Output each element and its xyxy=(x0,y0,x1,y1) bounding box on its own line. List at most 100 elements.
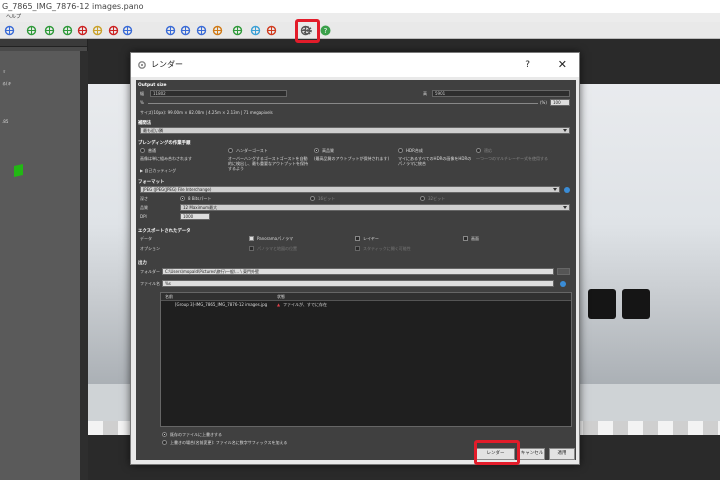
left-panel-item[interactable]: る(キ xyxy=(2,81,12,87)
export-section: エクスポートされたデータ xyxy=(138,228,574,234)
width-input[interactable]: 11802 xyxy=(150,90,287,97)
left-panel-scrollbar[interactable] xyxy=(80,51,88,480)
option2-checkbox[interactable] xyxy=(355,246,360,251)
blend-option-label: 高品質 xyxy=(322,148,334,153)
close-button[interactable]: ✕ xyxy=(558,53,567,77)
depth-8bit-radio[interactable] xyxy=(180,196,185,201)
mask-icon[interactable] xyxy=(196,25,207,36)
move-icon-graphic xyxy=(165,25,176,36)
warning-icon: ▲ xyxy=(277,302,281,307)
layer-checkbox[interactable] xyxy=(355,236,360,241)
percent-input[interactable]: 100 xyxy=(550,99,570,106)
image-icon[interactable] xyxy=(14,164,23,177)
section-title: 補間法 xyxy=(138,121,152,126)
table-row[interactable]: [Group 3]-IMG_7865_IMG_7876-12 images.jp… xyxy=(161,301,571,309)
apply-button[interactable]: 適用 xyxy=(549,448,575,460)
size-info: サイズ(10px): 99.00m × 82.00m | 4.25m × 2.1… xyxy=(140,110,273,115)
blend-highquality-radio[interactable] xyxy=(314,148,319,153)
rename-radio[interactable] xyxy=(162,440,167,445)
file-list-header: 名前 状態 xyxy=(161,293,571,301)
toolbar: ? xyxy=(0,22,720,39)
svg-text:?: ? xyxy=(324,27,328,35)
folder-input[interactable]: C:\Users\mopald\Pictures\旅行\一般\... \ 東門外… xyxy=(162,268,554,275)
layers-icon[interactable] xyxy=(250,25,261,36)
section-title: エクスポートされたデータ xyxy=(138,229,191,234)
info-icon[interactable] xyxy=(564,187,570,193)
render-highlight-box xyxy=(474,440,520,465)
depth-option-label: 16ビット xyxy=(318,196,336,201)
mask-icon-graphic xyxy=(196,25,207,36)
auto-cut-label: 自己カッティング xyxy=(144,168,177,173)
height-input[interactable]: 5901 xyxy=(432,90,570,97)
blend-hdr-radio[interactable] xyxy=(398,148,403,153)
target-icon[interactable] xyxy=(44,25,55,36)
target-icon[interactable] xyxy=(26,25,37,36)
dialog-body: Output size 幅 11802 高 5901 % (%) 100 サイズ… xyxy=(136,80,576,460)
layer-checkbox-label: レイヤー xyxy=(363,236,379,241)
arrow-icon[interactable] xyxy=(108,25,119,36)
browse-button[interactable] xyxy=(557,268,570,275)
format-section: フォーマット xyxy=(138,179,574,185)
move-icon[interactable] xyxy=(165,25,176,36)
percent-right-label: (%) xyxy=(540,100,547,105)
window-title: G_7865_IMG_7876-12 images.pano xyxy=(0,0,720,13)
dialog-title: レンダー xyxy=(151,60,183,69)
target-icon-graphic xyxy=(62,25,73,36)
filename-input[interactable]: %s xyxy=(162,280,554,287)
auto-cut-toggle[interactable]: ▶ 自己カッティング xyxy=(140,168,176,174)
blend-normal-radio[interactable] xyxy=(140,148,145,153)
info-icon[interactable] xyxy=(560,281,566,287)
left-panel-header xyxy=(0,39,87,47)
dpi-input[interactable]: 1000 xyxy=(180,213,210,220)
export-icon[interactable] xyxy=(266,25,277,36)
target-icon[interactable] xyxy=(62,25,73,36)
cursor-icon[interactable] xyxy=(122,25,133,36)
format-select[interactable]: JPEG (JPEG(JPEG) File Interchange) xyxy=(140,186,560,193)
blend-option-label: ハンダーゴースト xyxy=(236,148,268,153)
blend-deghost-radio[interactable] xyxy=(228,148,233,153)
image-icon-graphic xyxy=(92,25,103,36)
cursor-icon-graphic xyxy=(122,25,133,36)
blend-desc: 画像は単に組み合わされます xyxy=(140,156,192,161)
depth-32bit-radio[interactable] xyxy=(420,196,425,201)
option2-label: スタティックに開く可能性 xyxy=(363,246,411,251)
col-state: 状態 xyxy=(277,294,285,299)
help-button[interactable]: ? xyxy=(525,53,530,77)
blend-adaptive-radio[interactable] xyxy=(476,148,481,153)
overwrite-radio[interactable] xyxy=(162,432,167,437)
color-wheel-icon[interactable] xyxy=(212,25,223,36)
crop-icon[interactable] xyxy=(77,25,88,36)
menu-help[interactable]: ヘルプ xyxy=(6,14,21,20)
points-icon[interactable] xyxy=(180,25,191,36)
chair-shape xyxy=(588,289,616,319)
panorama-icon[interactable] xyxy=(4,25,15,36)
settings-highlight-box xyxy=(295,19,320,43)
output-section: 出力 xyxy=(138,260,574,266)
quality-select[interactable]: 12 Maximum最大 xyxy=(180,204,570,211)
file-state: ファイルが、すでに存在 xyxy=(283,302,327,307)
blend-desc: オーバーハングするゴーストゴーストを自動的に検出し、最も重要なアウトプットを保持… xyxy=(228,156,308,171)
layers-icon-graphic xyxy=(250,25,261,36)
depth-label: 深さ xyxy=(140,196,148,201)
depth-option-label: 32ビット xyxy=(428,196,446,201)
blending-section: ブレンディングの作業手順 xyxy=(138,140,574,146)
option1-checkbox[interactable] xyxy=(249,246,254,251)
left-panel-list: ゞ る(キ .85 xyxy=(0,51,80,480)
left-panel-item[interactable]: ゞ xyxy=(2,69,6,75)
arrow-icon-graphic xyxy=(108,25,119,36)
interpolation-select[interactable]: 最も近い隣 xyxy=(140,127,570,134)
blend-desc: (最高品質のアウトプットが保持されます) xyxy=(314,156,390,161)
cancel-button[interactable]: キャンセル xyxy=(519,448,545,460)
left-panel: ゞ る(キ .85 xyxy=(0,39,88,480)
scale-slider[interactable] xyxy=(148,103,538,104)
chair-shape xyxy=(622,289,650,319)
help-icon[interactable]: ? xyxy=(320,25,331,36)
folder-label: フォルダー xyxy=(140,269,160,274)
file-list[interactable]: 名前 状態 [Group 3]-IMG_7865_IMG_7876-12 ima… xyxy=(160,292,572,427)
panorama-checkbox[interactable] xyxy=(249,236,254,241)
image-icon[interactable] xyxy=(92,25,103,36)
points-icon-graphic xyxy=(180,25,191,36)
mask-checkbox[interactable] xyxy=(463,236,468,241)
image-icon[interactable] xyxy=(232,25,243,36)
depth-16bit-radio[interactable] xyxy=(310,196,315,201)
